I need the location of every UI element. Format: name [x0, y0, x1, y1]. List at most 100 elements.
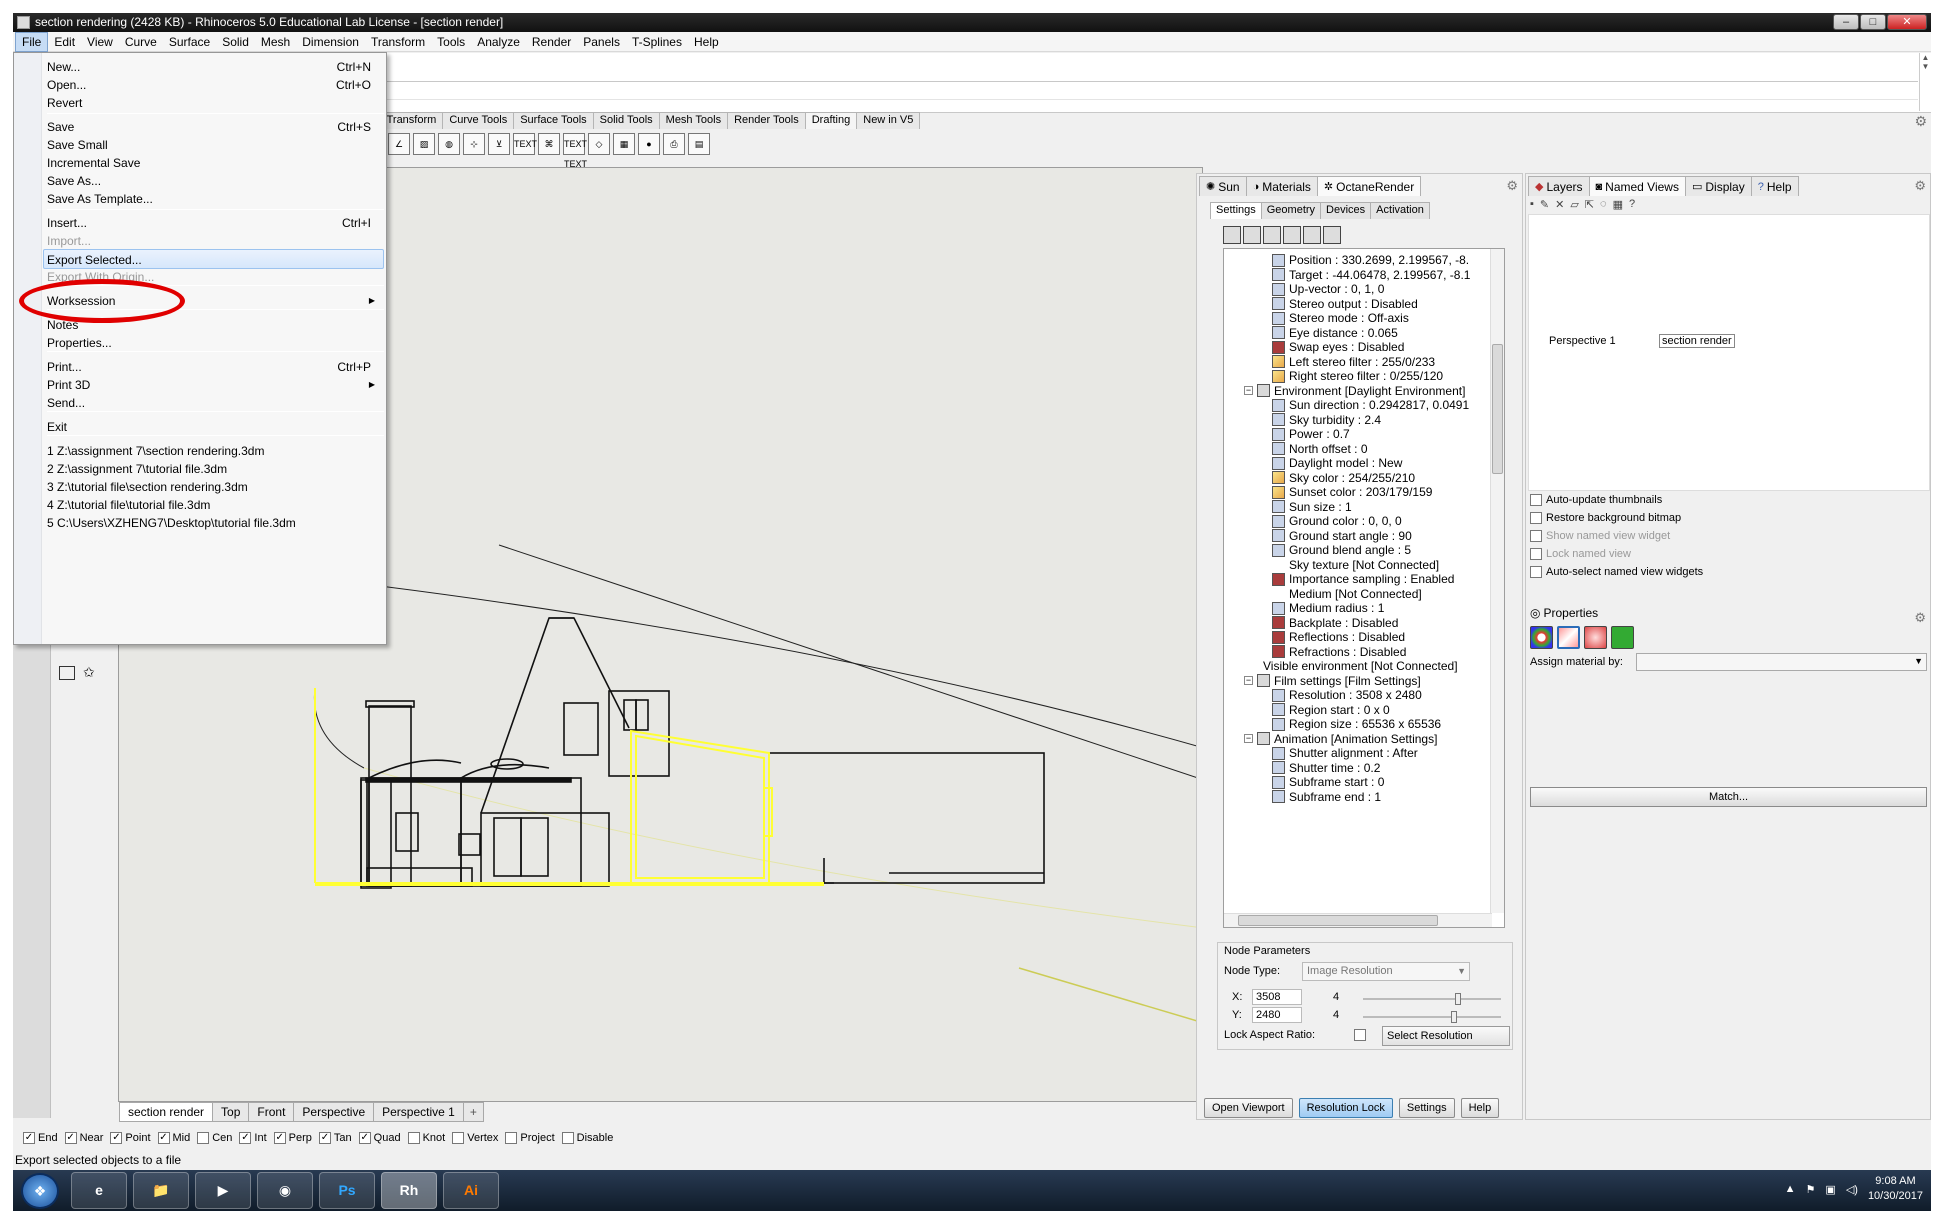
assign-material-select[interactable]: ▼ — [1636, 653, 1927, 671]
osnap-end-checkbox[interactable]: ✓ — [23, 1132, 35, 1144]
osnap-point-checkbox[interactable]: ✓ — [110, 1132, 123, 1144]
viewport-tab-front[interactable]: Front — [248, 1102, 295, 1122]
option-auto-update-thumbnails-checkbox[interactable] — [1530, 494, 1542, 506]
make2d-icon[interactable]: ◇ — [588, 133, 610, 155]
menu-solid[interactable]: Solid — [216, 33, 255, 51]
toolbar-tab-transform[interactable]: Transform — [379, 112, 444, 129]
menu-tools[interactable]: Tools — [431, 33, 471, 51]
viewport-tab-perspective[interactable]: Perspective — [293, 1102, 375, 1122]
subtab-settings[interactable]: Settings — [1210, 202, 1262, 219]
menu-view[interactable]: View — [81, 33, 119, 51]
illustrator-icon[interactable]: Ai — [443, 1172, 499, 1209]
clock[interactable]: 9:08 AM 10/30/2017 — [1868, 1174, 1923, 1204]
toolbar-tab-drafting[interactable]: Drafting — [804, 112, 858, 129]
network-icon[interactable]: ▣ — [1825, 1183, 1835, 1196]
osnap-knot[interactable]: Knot — [407, 1132, 445, 1144]
menu-item-print[interactable]: Print... Ctrl+P — [47, 357, 383, 377]
subtab-geometry[interactable]: Geometry — [1260, 202, 1322, 219]
menu-item-3-z-tutorial-file-section-rendering-3dm[interactable]: 3 Z:\tutorial file\section rendering.3dm — [47, 477, 383, 497]
tab-named-views[interactable]: ◙ Named Views — [1588, 176, 1686, 196]
camera-icon[interactable] — [1283, 226, 1301, 244]
volume-icon[interactable]: ◁) — [1846, 1183, 1858, 1196]
x-resolution-input[interactable]: 3508 — [1252, 989, 1302, 1005]
menu-transform[interactable]: Transform — [365, 33, 431, 51]
menu-item-new[interactable]: New... Ctrl+N — [47, 57, 383, 77]
osnap-project[interactable]: Project — [505, 1132, 555, 1144]
decal-icon[interactable] — [1611, 626, 1634, 649]
menu-item-save-as[interactable]: Save As... — [47, 171, 383, 191]
menu-item-print-3d[interactable]: Print 3D ▶ — [47, 375, 383, 395]
menu-item-insert[interactable]: Insert... Ctrl+I — [47, 213, 383, 233]
menu-item-1-z-assignment-7-section-rendering-3dm[interactable]: 1 Z:\assignment 7\section rendering.3dm — [47, 441, 383, 461]
osnap-cen[interactable]: Cen — [197, 1132, 232, 1144]
option-auto-select-named-view-widgets[interactable]: Auto-select named view widgets — [1530, 566, 1703, 578]
maximize-button[interactable]: □ — [1860, 14, 1886, 30]
osnap-cen-checkbox[interactable] — [197, 1132, 210, 1144]
rectangle-tool-icon[interactable] — [59, 666, 75, 680]
osnap-vertex[interactable]: Vertex — [452, 1132, 498, 1144]
eye-icon[interactable]: ◌ — [1600, 198, 1607, 211]
rhino-icon[interactable]: Rh — [381, 1172, 437, 1209]
node-type-select[interactable]: Image Resolution ▼ — [1302, 962, 1470, 981]
y-slider-thumb[interactable] — [1451, 1011, 1457, 1023]
toolbar-tab-curve-tools[interactable]: Curve Tools — [442, 112, 515, 129]
osnap-perp-checkbox[interactable]: ✓ — [273, 1132, 286, 1144]
hatch-boundary-icon[interactable]: ◍ — [438, 133, 460, 155]
restore-icon[interactable]: ⇱ — [1585, 198, 1594, 211]
y-slider[interactable] — [1363, 1011, 1501, 1023]
osnap-knot-checkbox[interactable] — [407, 1132, 420, 1144]
osnap-perp[interactable]: ✓ Perp — [273, 1132, 312, 1144]
text-object-icon[interactable]: ⌘ — [538, 133, 560, 155]
collapse-icon[interactable]: − — [1244, 386, 1253, 395]
subtab-devices[interactable]: Devices — [1320, 202, 1372, 219]
menu-dimension[interactable]: Dimension — [296, 33, 365, 51]
tree-scroll-thumb[interactable] — [1492, 344, 1503, 474]
toolbar-tab-solid-tools[interactable]: Solid Tools — [592, 112, 660, 129]
lock-aspect-checkbox[interactable] — [1354, 1029, 1366, 1041]
tree-hscroll-thumb[interactable] — [1238, 915, 1438, 926]
menu-item-open[interactable]: Open... Ctrl+O — [47, 75, 383, 95]
close-button[interactable]: ✕ — [1887, 14, 1927, 30]
text-icon[interactable]: TEXT — [513, 133, 537, 155]
menu-item-revert[interactable]: Revert — [47, 93, 383, 113]
menu-t-splines[interactable]: T-Splines — [626, 33, 688, 51]
show-hidden-icon[interactable]: ▲ — [1785, 1183, 1796, 1195]
menu-edit[interactable]: Edit — [48, 33, 81, 51]
tree-node[interactable]: Subframe end : 1 — [1272, 788, 1381, 806]
osnap-vertex-checkbox[interactable] — [452, 1132, 465, 1144]
menu-help[interactable]: Help — [688, 33, 725, 51]
menu-item-save-as-template[interactable]: Save As Template... — [47, 189, 383, 209]
render-icon[interactable] — [1263, 226, 1281, 244]
object-icon[interactable] — [1530, 626, 1553, 649]
viewport-tab-top[interactable]: Top — [212, 1102, 250, 1122]
osnap-point[interactable]: ✓ Point — [110, 1132, 151, 1144]
menu-item-5-c-users-xzheng7-desktop-tutorial-file-3dm[interactable]: 5 C:\Users\XZHENG7\Desktop\tutorial file… — [47, 513, 383, 533]
tab-layers[interactable]: ◆ Layers — [1528, 176, 1590, 196]
named-view-perspective-1[interactable]: Perspective 1 — [1549, 335, 1616, 347]
menu-mesh[interactable]: Mesh — [255, 33, 296, 51]
dot-icon[interactable]: ⊻ — [488, 133, 510, 155]
folder-icon[interactable]: ▱ — [1570, 198, 1578, 211]
osnap-tan-checkbox[interactable]: ✓ — [318, 1132, 331, 1144]
save-view-icon[interactable]: ▪ — [1530, 198, 1534, 211]
collapse-icon[interactable]: − — [1244, 676, 1253, 685]
minimize-button[interactable]: – — [1833, 14, 1859, 30]
osnap-disable-checkbox[interactable] — [561, 1132, 574, 1144]
menu-item-export-selected[interactable]: Export Selected... — [43, 249, 384, 269]
menu-item-save-small[interactable]: Save Small — [47, 135, 383, 155]
light-icon[interactable] — [1323, 226, 1341, 244]
node-tree[interactable]: Position : 330.2699, 2.199567, -8. Target… — [1223, 248, 1505, 928]
osnap-near-checkbox[interactable]: ✓ — [64, 1132, 77, 1144]
menu-item-2-z-assignment-7-tutorial-file-3dm[interactable]: 2 Z:\assignment 7\tutorial file.3dm — [47, 459, 383, 479]
menu-item-save[interactable]: Save Ctrl+S — [47, 117, 383, 137]
osnap-project-checkbox[interactable] — [505, 1132, 518, 1144]
internet-explorer-icon[interactable]: e — [71, 1172, 127, 1209]
gear-icon[interactable]: ⚙ — [1506, 178, 1518, 194]
tree-horizontal-scrollbar[interactable] — [1224, 913, 1492, 927]
subtab-activation[interactable]: Activation — [1370, 202, 1430, 219]
menu-item-exit[interactable]: Exit — [47, 417, 383, 437]
named-view-section-render[interactable]: section render — [1659, 334, 1735, 348]
settings-button[interactable]: Settings — [1398, 1098, 1455, 1118]
toolbar-tab-new-in-v5[interactable]: New in V5 — [856, 112, 921, 129]
load-icon[interactable] — [1223, 226, 1241, 244]
